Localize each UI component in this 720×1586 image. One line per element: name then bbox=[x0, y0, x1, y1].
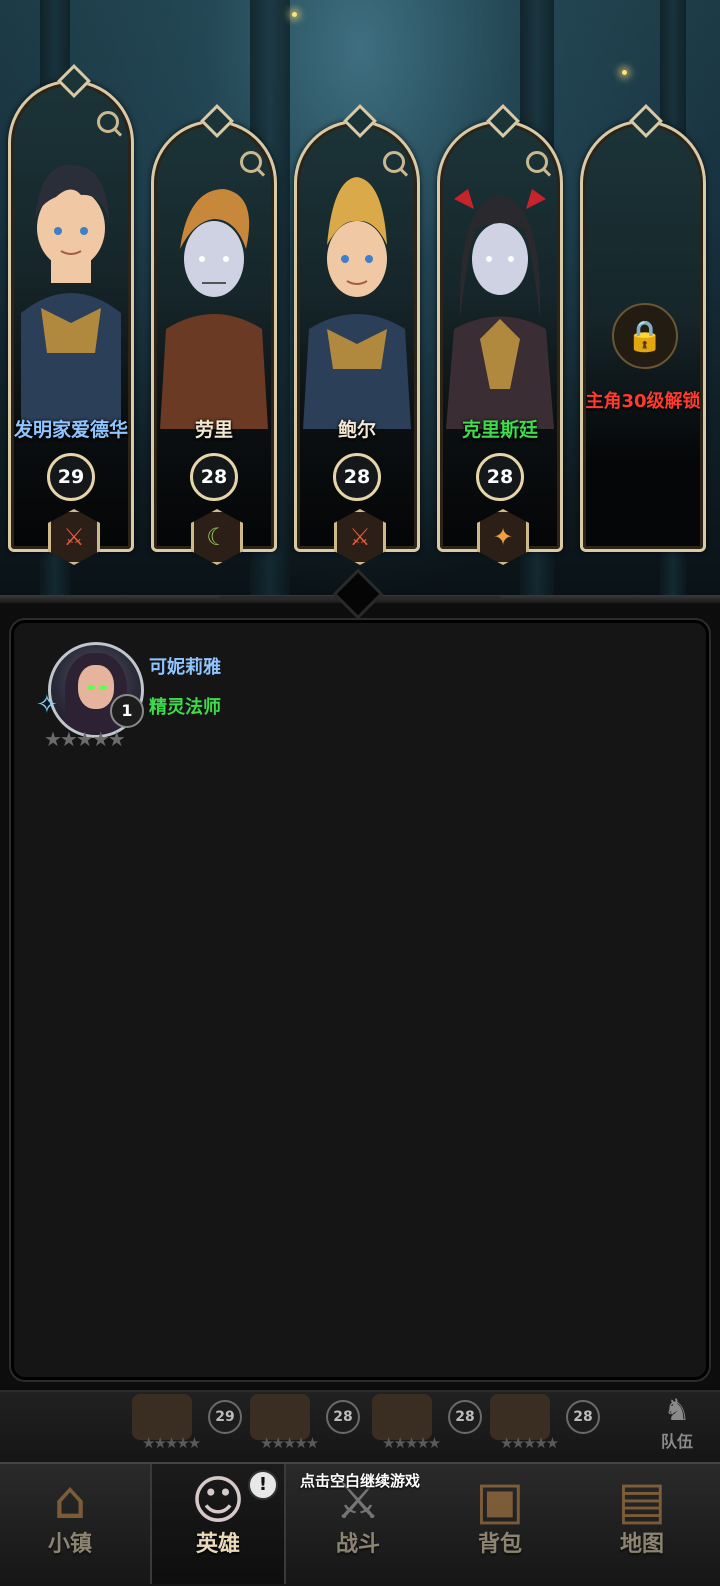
roster-hero-class: 精灵法师 bbox=[149, 697, 221, 718]
star-rating: ★★★★★ bbox=[382, 1434, 441, 1452]
hero-name: 鲍尔 bbox=[337, 419, 376, 441]
firefly bbox=[292, 12, 297, 17]
firefly bbox=[622, 70, 627, 75]
nav-label: 英雄 bbox=[195, 1532, 240, 1557]
star-rating: ★★★★★ bbox=[142, 1434, 201, 1452]
star-rating: ★★★★★ bbox=[260, 1434, 319, 1452]
team-level: 28 bbox=[566, 1400, 600, 1434]
nav-label: 战斗 bbox=[335, 1532, 380, 1557]
hero-portrait bbox=[160, 189, 268, 429]
unlock-requirement: 主角30级解锁 bbox=[585, 391, 701, 412]
hero-level-badge: 1 bbox=[110, 694, 144, 728]
locked-hero-slot[interactable]: 🔒 主角30级解锁 bbox=[580, 104, 706, 552]
continue-hint: 点击空白继续游戏 bbox=[299, 1472, 420, 1490]
hero-portrait bbox=[21, 164, 121, 423]
team-slot-4[interactable]: 28 ★★★★★ bbox=[490, 1394, 610, 1456]
hero-name: 劳里 bbox=[194, 419, 233, 441]
team-button-label: 队伍 bbox=[660, 1432, 693, 1451]
chess-pieces-icon: ♞ bbox=[663, 1393, 691, 1428]
hero-level: 28 bbox=[476, 453, 524, 501]
star-rating: ★★★★★ bbox=[500, 1434, 559, 1452]
roster-hero-name: 可妮莉雅 bbox=[149, 657, 221, 678]
team-level: 29 bbox=[208, 1400, 242, 1434]
nav-label: 小镇 bbox=[47, 1532, 92, 1557]
hero-card-2[interactable]: 劳里 28 ☾ bbox=[151, 104, 277, 565]
nav-label: 背包 bbox=[477, 1532, 522, 1557]
staff-icon: ✧ bbox=[36, 690, 58, 720]
nav-label: 地图 bbox=[619, 1532, 664, 1557]
team-level: 28 bbox=[326, 1400, 360, 1434]
hero-level: 28 bbox=[190, 453, 238, 501]
hero-card-3[interactable]: 鲍尔 28 ⚔ bbox=[294, 104, 420, 565]
team-slot-1[interactable]: 29 ★★★★★ bbox=[132, 1394, 252, 1456]
team-button[interactable]: ♞ 队伍 bbox=[648, 1394, 706, 1456]
hero-level: 29 bbox=[47, 453, 95, 501]
hero-name: 克里斯廷 bbox=[461, 419, 538, 441]
hero-level: 28 bbox=[333, 453, 381, 501]
hero-portrait bbox=[303, 177, 411, 429]
hero-card-4[interactable]: 克里斯廷 28 ✦ bbox=[437, 104, 563, 565]
team-slot-3[interactable]: 28 ★★★★★ bbox=[372, 1394, 492, 1456]
divider-ornament bbox=[220, 596, 350, 599]
divider-ornament bbox=[370, 596, 500, 599]
hero-name: 发明家爱德华 bbox=[13, 419, 128, 441]
star-rating: ★★★★★ bbox=[44, 727, 126, 751]
team-level: 28 bbox=[448, 1400, 482, 1434]
padlock-icon: 🔒 bbox=[612, 303, 678, 369]
hero-card-1[interactable]: 发明家爱德华 29 ⚔ bbox=[8, 64, 134, 565]
hero-portrait bbox=[446, 189, 554, 429]
team-slot-2[interactable]: 28 ★★★★★ bbox=[250, 1394, 370, 1456]
